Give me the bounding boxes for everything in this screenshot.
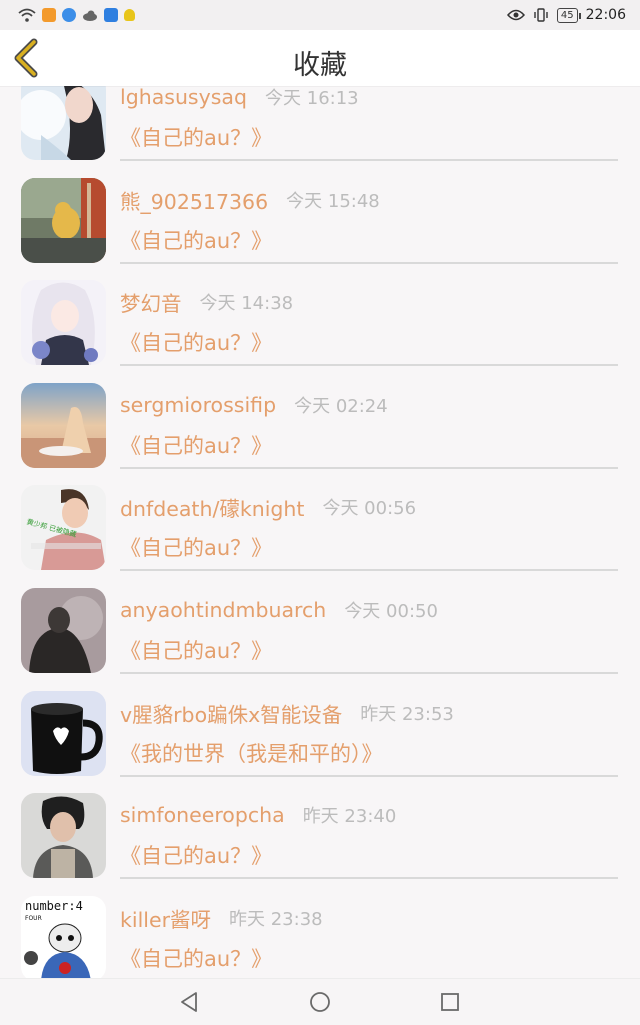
timestamp: 今天 15:48	[286, 190, 380, 212]
topic-link[interactable]: 《我的世界（我是和平的）》	[120, 738, 620, 768]
list-item[interactable]: sergmiorossifip 今天 02:24 《自己的au？》	[0, 366, 640, 469]
username[interactable]: v腥貉rbo蹁侏x智能设备	[120, 698, 342, 728]
app-store-icon	[104, 8, 118, 22]
list-item[interactable]: 熊_902517366 今天 15:48 《自己的au？》	[0, 161, 640, 264]
trophy-icon	[124, 9, 135, 21]
list-item[interactable]: lghasusysaq 今天 16:13 《自己的au？》	[0, 86, 640, 161]
eye-icon	[506, 9, 525, 21]
favorites-list[interactable]: lghasusysaq 今天 16:13 《自己的au？》 熊_90251736…	[0, 86, 640, 978]
avatar-overlay-text: number:4	[25, 899, 83, 913]
topic-link[interactable]: 《自己的au？》	[120, 122, 620, 152]
nav-back-button[interactable]	[176, 989, 202, 1015]
topic-link[interactable]: 《自己的au？》	[120, 635, 620, 665]
status-right: 45 22:06	[506, 7, 626, 23]
topic-link[interactable]: 《自己的au？》	[120, 327, 620, 357]
timestamp: 昨天 23:40	[302, 806, 397, 828]
avatar[interactable]	[21, 587, 106, 673]
topic-link[interactable]: 《自己的au？》	[120, 840, 620, 870]
topic-link[interactable]: 《自己的au？》	[120, 532, 620, 562]
avatar[interactable]: 黄少邦 已被隐藏	[21, 485, 106, 571]
topic-link[interactable]: 《自己的au？》	[120, 943, 620, 973]
home-circle-icon	[310, 992, 330, 1012]
username[interactable]: killer酱呀	[120, 903, 211, 933]
username[interactable]: lghasusysaq	[120, 86, 247, 109]
timestamp: 昨天 23:53	[360, 703, 454, 725]
header-bar: 收藏	[0, 30, 640, 86]
avatar[interactable]	[21, 690, 106, 776]
page-title: 收藏	[293, 50, 347, 81]
nav-home-button[interactable]	[307, 989, 333, 1015]
avatar[interactable]	[21, 280, 106, 366]
item-meta: simfoneeropcha 昨天 23:40	[120, 795, 620, 835]
back-triangle-icon	[181, 992, 197, 1012]
timestamp: 今天 00:56	[322, 498, 417, 520]
topic-link[interactable]: 《自己的au？》	[120, 430, 620, 460]
list-item[interactable]: simfoneeropcha 昨天 23:40 《自己的au？》	[0, 776, 640, 880]
recents-square-icon	[441, 993, 459, 1011]
battery-icon: 45	[556, 7, 581, 23]
vibrate-icon	[534, 8, 548, 22]
avatar[interactable]	[21, 793, 106, 879]
list-item[interactable]: number:4 FOUR killer酱呀 昨天 23:38 《自己的au？》	[0, 879, 640, 978]
item-meta: anyaohtindmbuarch 今天 00:50	[120, 590, 620, 630]
list-item[interactable]: 梦幻音 今天 14:38 《自己的au？》	[0, 263, 640, 367]
avatar-overlay-text: FOUR	[25, 915, 42, 922]
item-meta: lghasusysaq 今天 16:13	[120, 86, 620, 117]
item-meta: sergmiorossifip 今天 02:24	[120, 385, 620, 425]
wifi-icon	[18, 8, 36, 22]
system-nav-bar	[0, 978, 640, 1025]
username[interactable]: sergmiorossifip	[120, 393, 276, 417]
timestamp: 昨天 23:38	[229, 908, 323, 930]
timestamp: 今天 00:50	[344, 600, 438, 622]
username[interactable]: simfoneeropcha	[120, 803, 285, 827]
avatar[interactable]	[21, 86, 106, 160]
list-item[interactable]: v腥貉rbo蹁侏x智能设备 昨天 23:53 《我的世界（我是和平的）》	[0, 674, 640, 777]
status-time: 22:06	[585, 7, 626, 23]
avatar[interactable]: number:4 FOUR	[21, 895, 106, 978]
avatar[interactable]	[21, 177, 106, 263]
timestamp: 今天 14:38	[199, 293, 294, 315]
list-item[interactable]: 黄少邦 已被隐藏 dnfdeath/礞knight 今天 00:56 《自己的a…	[0, 468, 640, 572]
item-meta: 梦幻音 今天 14:38	[120, 282, 620, 322]
username[interactable]: 熊_902517366	[120, 185, 268, 215]
item-meta: 熊_902517366 今天 15:48	[120, 180, 620, 220]
username[interactable]: 梦幻音	[120, 287, 182, 317]
item-meta: killer酱呀 昨天 23:38	[120, 898, 620, 938]
timestamp: 今天 16:13	[265, 88, 359, 109]
cloud-icon	[83, 10, 97, 21]
topic-link[interactable]: 《自己的au？》	[120, 225, 620, 255]
list-item[interactable]: anyaohtindmbuarch 今天 00:50 《自己的au？》	[0, 571, 640, 674]
avatar[interactable]	[21, 382, 106, 468]
video-app-icon	[42, 8, 56, 22]
status-bar: 45 22:06	[0, 0, 640, 30]
username[interactable]: anyaohtindmbuarch	[120, 598, 326, 622]
browser-app-icon	[62, 8, 76, 22]
nav-recents-button[interactable]	[437, 989, 463, 1015]
item-meta: v腥貉rbo蹁侏x智能设备 昨天 23:53	[120, 693, 620, 733]
timestamp: 今天 02:24	[294, 395, 388, 417]
item-meta: dnfdeath/礞knight 今天 00:56	[120, 487, 620, 527]
username[interactable]: dnfdeath/礞knight	[120, 492, 304, 522]
status-left-icons	[18, 8, 135, 22]
